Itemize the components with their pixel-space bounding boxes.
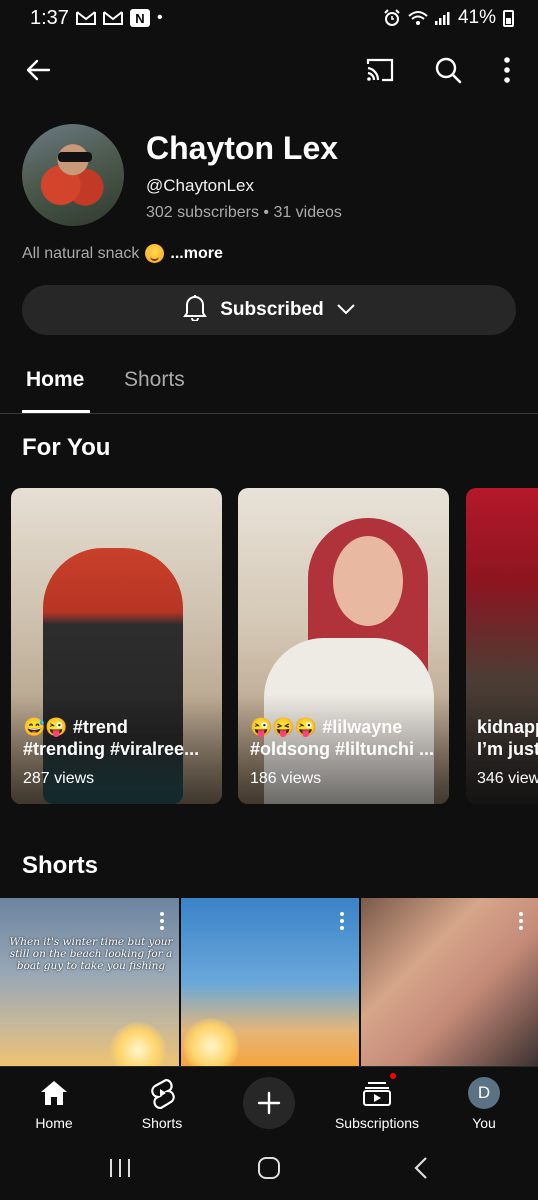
recent-apps-icon[interactable] xyxy=(100,1150,140,1186)
shorts-heading: Shorts xyxy=(22,852,99,879)
nav-label: Shorts xyxy=(141,1115,183,1131)
nav-you[interactable]: D You xyxy=(464,1067,504,1137)
nav-label: Subscriptions xyxy=(334,1115,420,1131)
more-link[interactable]: ...more xyxy=(170,245,222,263)
more-vert-icon[interactable] xyxy=(339,912,345,930)
for-you-heading: For You xyxy=(22,434,111,461)
video-title: kidnapp I’m just xyxy=(477,716,538,760)
short-caption: When it's winter time but your still on … xyxy=(9,936,173,972)
more-vert-icon[interactable] xyxy=(487,50,527,90)
nav-label: You xyxy=(472,1115,496,1131)
subscriptions-icon xyxy=(362,1071,398,1113)
video-title-line: kidnapp xyxy=(477,717,538,737)
channel-stats: 302 subscribers • 31 videos xyxy=(146,204,342,221)
short-tile[interactable]: When it's winter time but your still on … xyxy=(0,898,179,1068)
more-vert-icon[interactable] xyxy=(518,912,524,930)
back-arrow-icon[interactable] xyxy=(18,50,58,90)
channel-name: Chayton Lex xyxy=(146,130,339,166)
nav-shorts[interactable]: Shorts xyxy=(134,1067,190,1137)
back-button-icon[interactable] xyxy=(401,1150,441,1186)
smiling-emoji-icon xyxy=(145,244,165,263)
video-title-line: I’m just xyxy=(477,739,538,759)
channel-description[interactable]: All natural snack ...more xyxy=(22,244,223,263)
more-vert-icon[interactable] xyxy=(159,912,165,930)
channel-handle: @ChaytonLex xyxy=(146,176,254,195)
video-views: 186 views xyxy=(250,770,322,787)
active-tab-indicator xyxy=(22,410,90,413)
nav-home[interactable]: Home xyxy=(28,1067,80,1137)
status-time: 1:37 xyxy=(30,6,69,29)
subscribed-label: Subscribed xyxy=(220,299,324,320)
alarm-icon xyxy=(383,9,401,27)
tab-shorts[interactable]: Shorts xyxy=(124,368,185,392)
video-views: 287 views xyxy=(23,770,95,787)
search-icon[interactable] xyxy=(428,50,468,90)
bell-icon xyxy=(182,293,208,327)
video-card[interactable]: 😜😝😜 #lilwayne #oldsong #liltunchi ... 18… xyxy=(238,488,449,804)
tab-home[interactable]: Home xyxy=(26,368,84,392)
video-title-line: #trending #viralree... xyxy=(23,739,200,759)
video-card[interactable]: 😅😜 #trend #trending #viralree... 287 vie… xyxy=(11,488,222,804)
notification-dot xyxy=(388,1071,398,1081)
cast-icon[interactable] xyxy=(360,50,400,90)
channel-avatar[interactable] xyxy=(22,124,124,226)
home-icon xyxy=(39,1073,69,1113)
video-title-line: #oldsong #liltunchi ... xyxy=(250,739,435,759)
battery-icon xyxy=(503,9,514,27)
video-card[interactable]: kidnapp I’m just 346 view xyxy=(466,488,538,804)
video-title-line: 😜😝😜 #lilwayne xyxy=(250,717,403,737)
top-app-bar xyxy=(0,44,538,94)
create-button[interactable] xyxy=(243,1077,295,1129)
wifi-icon xyxy=(408,10,428,26)
app-notification-icon: N xyxy=(129,9,150,27)
bottom-navigation: Home Shorts Subscriptions D You xyxy=(0,1066,538,1136)
chevron-down-icon xyxy=(336,299,356,321)
channel-tabs: Home Shorts xyxy=(0,352,538,414)
profile-avatar: D xyxy=(468,1077,500,1109)
video-title-line: 😅😜 #trend xyxy=(23,717,128,737)
shorts-icon xyxy=(149,1073,175,1113)
video-title: 😅😜 #trend #trending #viralree... xyxy=(23,716,214,760)
home-button-icon[interactable] xyxy=(249,1150,289,1186)
nav-subscriptions[interactable]: Subscriptions xyxy=(330,1067,424,1137)
system-navigation-bar xyxy=(0,1136,538,1200)
nav-label: Home xyxy=(35,1115,73,1131)
create-plus-icon xyxy=(257,1091,281,1115)
signal-icon xyxy=(434,11,451,25)
description-text: All natural snack xyxy=(22,244,140,262)
dot-icon: • xyxy=(156,9,163,26)
status-bar: 1:37 N • 41% xyxy=(0,0,538,36)
gmail-icon xyxy=(102,10,123,26)
short-tile[interactable] xyxy=(361,898,538,1068)
video-title: 😜😝😜 #lilwayne #oldsong #liltunchi ... xyxy=(250,716,441,760)
short-tile[interactable] xyxy=(181,898,359,1068)
battery-percent: 41% xyxy=(457,7,496,28)
video-views: 346 view xyxy=(477,770,538,787)
gmail-icon xyxy=(75,10,96,26)
subscribed-button[interactable]: Subscribed xyxy=(22,285,516,335)
